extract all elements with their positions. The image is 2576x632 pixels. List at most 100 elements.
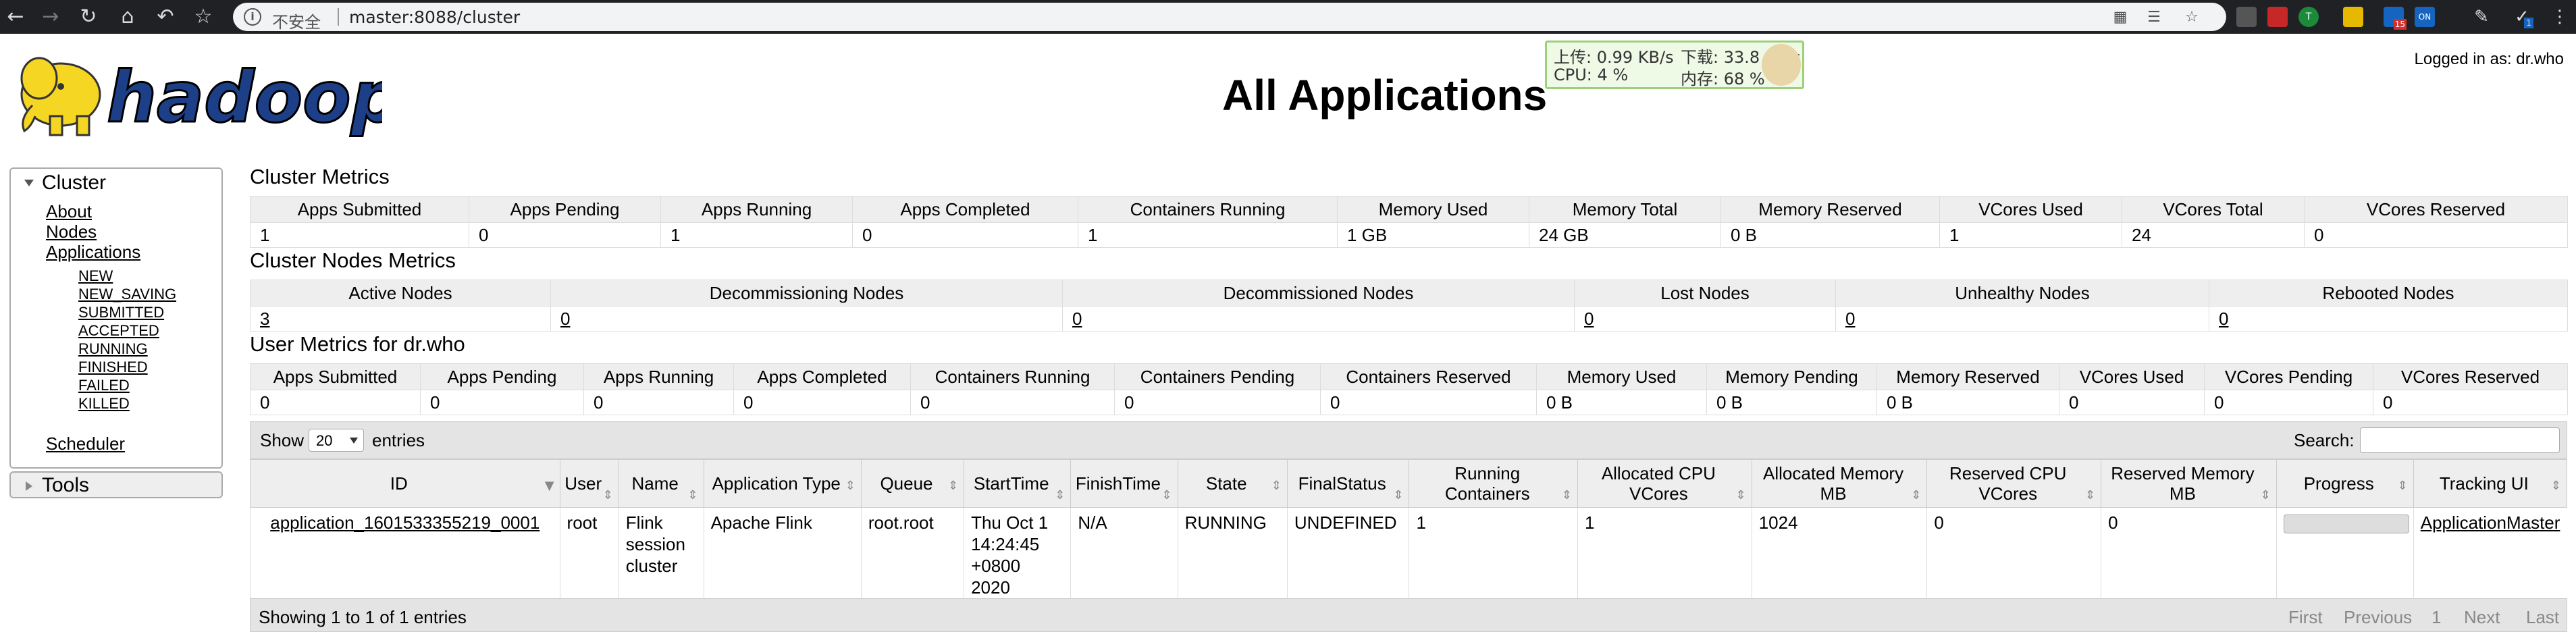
translate-icon[interactable]: ☰ bbox=[2145, 9, 2163, 26]
sort-icon: ⇕ bbox=[1393, 488, 1404, 502]
collapsed-triangle-icon[interactable] bbox=[26, 481, 32, 491]
active-nodes-link[interactable]: 3 bbox=[250, 306, 551, 332]
pager-page[interactable]: 1 bbox=[2432, 607, 2441, 628]
pager-next[interactable]: Next bbox=[2464, 607, 2500, 628]
bookmark-star-icon[interactable]: ☆ bbox=[2183, 9, 2201, 26]
sort-icon: ⇕ bbox=[2084, 488, 2096, 502]
logo-text: hadoop bbox=[107, 56, 382, 138]
forward-icon[interactable]: → bbox=[39, 5, 62, 28]
decommissioned-nodes-link[interactable]: 0 bbox=[1062, 306, 1575, 332]
table-row: application_1601533355219_0001 root Flin… bbox=[250, 507, 2567, 602]
column-header-queue[interactable]: Queue ⇕ bbox=[860, 459, 965, 508]
pager-previous[interactable]: Previous bbox=[2344, 607, 2412, 628]
apps-table-footer: Showing 1 to 1 of 1 entries First Previo… bbox=[250, 598, 2567, 632]
browser-toolbar: ← → ↻ ⌂ ↶ ☆ i 不安全 master:8088/cluster ▦ … bbox=[0, 0, 2576, 34]
metric-header: VCores Reserved bbox=[2373, 363, 2568, 390]
star-bookmark-icon[interactable]: ☆ bbox=[192, 5, 215, 28]
network-monitor-widget[interactable]: 上传: 0.99 KB/s 下载: 33.8 KB/s CPU: 4 % 内存:… bbox=[1545, 41, 1804, 89]
search-input[interactable] bbox=[2360, 427, 2560, 453]
metric-header: Decommissioning Nodes bbox=[550, 280, 1063, 307]
sidebar-link-nodes[interactable]: Nodes bbox=[46, 221, 97, 242]
rebooted-nodes-link[interactable]: 0 bbox=[2209, 306, 2568, 332]
lost-nodes-link[interactable]: 0 bbox=[1574, 306, 1836, 332]
column-header-state[interactable]: State ⇕ bbox=[1177, 459, 1288, 508]
column-header-running-containers[interactable]: Running Containers ⇕ bbox=[1409, 459, 1579, 508]
page-title: All Applications bbox=[1222, 71, 1548, 120]
tracking-ui-link[interactable]: ApplicationMaster bbox=[2413, 507, 2567, 602]
application-id-link[interactable]: application_1601533355219_0001 bbox=[250, 507, 560, 602]
metric-value: 1 bbox=[1939, 222, 2122, 248]
column-header-id[interactable]: ID ▼ bbox=[250, 459, 560, 508]
extension-dark-icon[interactable] bbox=[2236, 7, 2257, 27]
metric-value: 1 bbox=[660, 222, 853, 248]
download-icon[interactable]: ✓ 1 bbox=[2512, 7, 2533, 28]
insecure-label: 不安全 bbox=[272, 13, 321, 32]
sidebar-link-scheduler[interactable]: Scheduler bbox=[46, 433, 125, 454]
page-size-select[interactable]: 20 bbox=[309, 429, 364, 452]
column-header-finalstatus[interactable]: FinalStatus ⇕ bbox=[1286, 459, 1410, 508]
user-metrics-title: User Metrics for dr.who bbox=[250, 332, 465, 356]
sidebar-tools-header[interactable]: Tools bbox=[42, 474, 89, 497]
sidebar-tools-panel[interactable]: Tools bbox=[9, 471, 223, 498]
info-icon[interactable]: i bbox=[244, 8, 261, 26]
metric-value: 0 B bbox=[1876, 390, 2059, 415]
expanded-triangle-icon[interactable] bbox=[24, 180, 34, 186]
column-header-finishtime[interactable]: FinishTime ⇕ bbox=[1070, 459, 1178, 508]
back-icon[interactable]: ← bbox=[4, 5, 27, 28]
crop-icon[interactable]: ✎ bbox=[2471, 7, 2492, 27]
column-header-reserved-memory[interactable]: Reserved Memory MB ⇕ bbox=[2101, 459, 2277, 508]
home-icon[interactable]: ⌂ bbox=[116, 5, 139, 28]
pager-first[interactable]: First bbox=[2288, 607, 2323, 628]
sort-icon: ⇕ bbox=[602, 488, 613, 502]
sidebar-link-applications[interactable]: Applications bbox=[46, 242, 140, 263]
progress-bar bbox=[2283, 515, 2409, 533]
sidebar-state-new-saving[interactable]: NEW_SAVING bbox=[78, 286, 176, 303]
column-header-allocated-vcores[interactable]: Allocated CPU VCores ⇕ bbox=[1577, 459, 1752, 508]
metric-value: 0 B bbox=[1536, 390, 1707, 415]
decommissioning-nodes-link[interactable]: 0 bbox=[550, 306, 1063, 332]
address-bar[interactable]: i 不安全 master:8088/cluster ▦ ☰ ☆ bbox=[233, 3, 2226, 32]
column-header-allocated-memory[interactable]: Allocated Memory MB ⇕ bbox=[1751, 459, 1928, 508]
sidebar-state-failed[interactable]: FAILED bbox=[78, 377, 130, 394]
qr-code-icon[interactable]: ▦ bbox=[2111, 9, 2129, 26]
column-header-user[interactable]: User ⇕ bbox=[559, 459, 619, 508]
sort-icon: ⇕ bbox=[845, 479, 856, 493]
app-allocated-memory: 1024 bbox=[1751, 507, 1927, 602]
node-metrics-title: Cluster Nodes Metrics bbox=[250, 248, 456, 272]
sidebar-link-about[interactable]: About bbox=[46, 201, 92, 222]
sidebar-cluster-header[interactable]: Cluster bbox=[42, 172, 106, 194]
sidebar-state-new[interactable]: NEW bbox=[78, 267, 113, 285]
sort-icon: ⇕ bbox=[1735, 488, 1746, 502]
column-header-type[interactable]: Application Type ⇕ bbox=[703, 459, 862, 508]
extension-on-icon[interactable]: ON bbox=[2415, 7, 2435, 27]
menu-icon[interactable]: ⋮ bbox=[2550, 7, 2570, 27]
sidebar-state-finished[interactable]: FINISHED bbox=[78, 359, 148, 376]
column-header-starttime[interactable]: StartTime ⇕ bbox=[964, 459, 1072, 508]
sidebar-state-killed[interactable]: KILLED bbox=[78, 395, 130, 413]
sidebar-state-accepted[interactable]: ACCEPTED bbox=[78, 322, 159, 340]
metric-header: Apps Completed bbox=[733, 363, 911, 390]
metric-value: 0 bbox=[250, 390, 421, 415]
extension-red-icon[interactable] bbox=[2267, 7, 2288, 27]
metric-value: 0 bbox=[420, 390, 584, 415]
metric-value: 0 bbox=[910, 390, 1115, 415]
applications-table: ID ▼ User ⇕ Name ⇕ Application Type ⇕ Queue ⇕… bbox=[250, 459, 2568, 602]
sidebar-state-running[interactable]: RUNNING bbox=[78, 340, 148, 358]
extension-yellow-icon[interactable] bbox=[2343, 7, 2363, 27]
column-header-progress[interactable]: Progress ⇕ bbox=[2276, 459, 2414, 508]
column-header-reserved-vcores[interactable]: Reserved CPU VCores ⇕ bbox=[1926, 459, 2102, 508]
column-header-name[interactable]: Name ⇕ bbox=[618, 459, 704, 508]
sidebar-state-submitted[interactable]: SUBMITTED bbox=[78, 304, 164, 321]
url-text[interactable]: master:8088/cluster bbox=[349, 7, 520, 27]
unhealthy-nodes-link[interactable]: 0 bbox=[1835, 306, 2209, 332]
reload-icon[interactable]: ↻ bbox=[77, 5, 100, 28]
extension-blue-badge-icon[interactable]: 15 bbox=[2384, 7, 2407, 30]
undo-icon[interactable]: ↶ bbox=[154, 5, 177, 28]
extension-green-icon[interactable]: T bbox=[2298, 7, 2319, 27]
hadoop-logo: hadoop bbox=[20, 55, 382, 139]
memory-usage: 内存: 68 % bbox=[1681, 70, 1765, 88]
pager-last[interactable]: Last bbox=[2526, 607, 2559, 628]
column-header-tracking-ui[interactable]: Tracking UI ⇕ bbox=[2413, 459, 2568, 508]
metric-value: 0 bbox=[469, 222, 661, 248]
metric-value: 0 bbox=[733, 390, 911, 415]
